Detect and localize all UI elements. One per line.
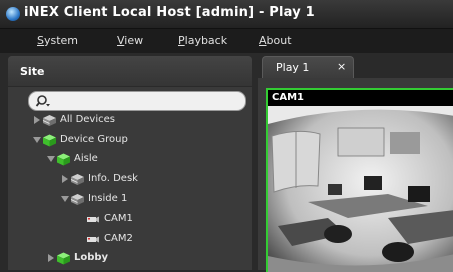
window-title: iNEX Client Local Host [admin] - Play 1 bbox=[24, 5, 315, 20]
menu-bar: System View Playback About bbox=[0, 29, 453, 53]
menu-playback-label: layback bbox=[184, 34, 228, 47]
collapse-arrow-icon[interactable] bbox=[32, 135, 42, 145]
expand-arrow-icon[interactable] bbox=[32, 115, 42, 125]
collapse-arrow-icon[interactable] bbox=[60, 194, 70, 204]
app-logo-icon bbox=[6, 7, 20, 21]
tab-strip: Play 1 × bbox=[258, 56, 453, 79]
site-panel-header: Site bbox=[8, 56, 252, 87]
tab-label: Play 1 bbox=[276, 61, 310, 74]
search-icon bbox=[35, 95, 50, 107]
menu-about-label: bout bbox=[266, 34, 292, 47]
menu-system[interactable]: System bbox=[37, 34, 78, 47]
site-search-input[interactable] bbox=[51, 93, 237, 107]
close-icon[interactable]: × bbox=[337, 60, 346, 73]
site-panel-title: Site bbox=[20, 65, 45, 78]
menu-playback-mnemonic: P bbox=[178, 34, 185, 47]
group-cube-icon bbox=[57, 252, 70, 265]
menu-playback[interactable]: Playback bbox=[178, 34, 227, 47]
tree-item-label: Lobby bbox=[74, 252, 109, 263]
group-cube-icon bbox=[57, 153, 70, 166]
menu-about-mnemonic: A bbox=[259, 34, 267, 47]
tree-item-label: CAM2 bbox=[104, 233, 133, 244]
group-cube-icon bbox=[43, 134, 56, 147]
camera-icon bbox=[87, 216, 99, 223]
camera-tile-header: CAM1 bbox=[268, 90, 453, 106]
tree-item-label: Aisle bbox=[74, 153, 98, 164]
tree-item-label: Info. Desk bbox=[88, 173, 138, 184]
collapse-arrow-icon[interactable] bbox=[46, 154, 56, 164]
device-stack-icon bbox=[42, 115, 56, 126]
menu-view-label: iew bbox=[124, 34, 144, 47]
menu-system-label: ystem bbox=[43, 34, 79, 47]
site-search-box[interactable] bbox=[28, 91, 246, 111]
tree-item-label: All Devices bbox=[60, 114, 115, 125]
tree-item-label: CAM1 bbox=[104, 213, 133, 224]
menu-system-mnemonic: S bbox=[37, 34, 44, 47]
expand-arrow-icon[interactable] bbox=[60, 174, 70, 184]
camera-tile-cam1[interactable]: CAM1 bbox=[266, 88, 453, 272]
device-stack-icon bbox=[70, 174, 84, 185]
tree-item-label: Inside 1 bbox=[88, 193, 128, 204]
title-bar: iNEX Client Local Host [admin] - Play 1 bbox=[0, 0, 453, 29]
camera-feed-image bbox=[268, 106, 453, 272]
camera-tile-title: CAM1 bbox=[272, 92, 304, 103]
menu-view[interactable]: View bbox=[117, 34, 143, 47]
camera-icon bbox=[87, 236, 99, 243]
menu-about[interactable]: About bbox=[259, 34, 292, 47]
playback-viewport: CAM1 bbox=[258, 78, 453, 272]
tab-play-1[interactable]: Play 1 × bbox=[262, 56, 354, 79]
expand-arrow-icon[interactable] bbox=[46, 253, 56, 263]
device-stack-icon bbox=[70, 194, 84, 205]
tree-item-label: Device Group bbox=[60, 134, 128, 145]
